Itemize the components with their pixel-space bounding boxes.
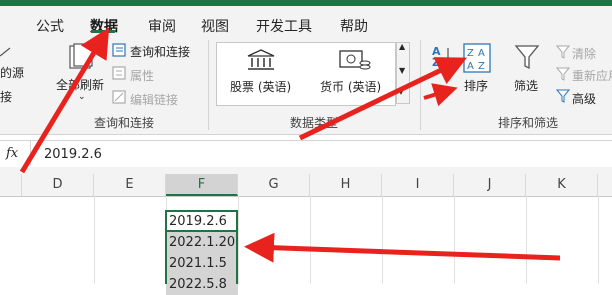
arrow-to-dates <box>244 232 561 263</box>
arrow-to-data-tab <box>19 27 110 174</box>
arrow-to-sort-button <box>298 57 468 141</box>
arrow-to-sort-button-short <box>423 83 458 107</box>
annotation-arrows <box>19 27 561 263</box>
